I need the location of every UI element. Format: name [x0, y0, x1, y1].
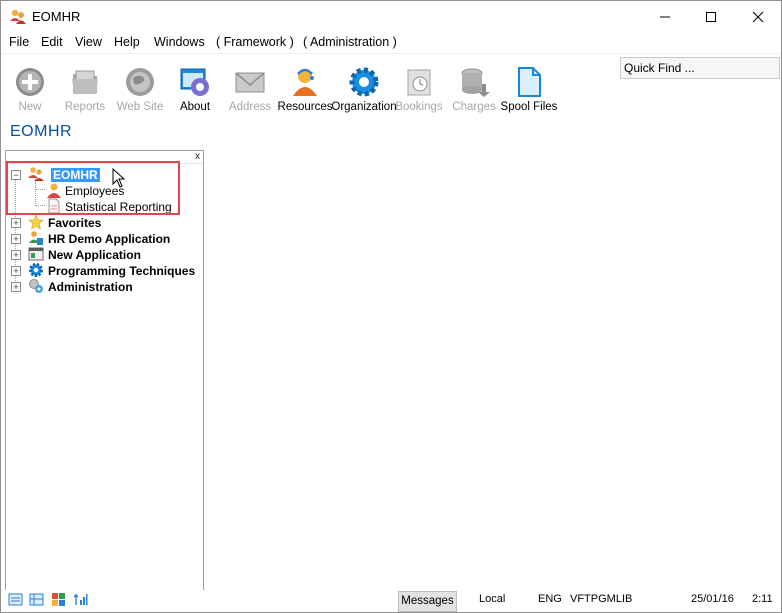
messages-button[interactable]: Messages	[398, 591, 457, 612]
status-sort-icon[interactable]	[73, 592, 88, 607]
status-date: 25/01/16	[691, 593, 734, 605]
tree-node-administration[interactable]: + Administration	[11, 279, 201, 295]
gear-icon	[349, 67, 379, 97]
people-icon	[29, 231, 43, 245]
tree-node-label: Programming Techniques	[48, 264, 196, 278]
status-library: VFTPGMLIB	[570, 593, 633, 605]
menu-view[interactable]: View	[75, 35, 102, 49]
gear-icon	[29, 263, 43, 277]
quick-find-input[interactable]: Quick Find ...	[620, 57, 780, 79]
status-time: 2:11	[752, 593, 773, 605]
tree-node-hr-demo-application[interactable]: + HR Demo Application	[11, 231, 201, 247]
close-button[interactable]	[735, 1, 781, 32]
menu-windows[interactable]: Windows	[154, 35, 205, 49]
new-icon	[16, 68, 44, 96]
expand-icon[interactable]: +	[11, 266, 21, 276]
about-icon	[180, 68, 209, 96]
page-title: EOMHR	[10, 123, 73, 140]
globe-icon	[126, 68, 154, 96]
reports-icon	[72, 70, 98, 94]
menu-framework[interactable]: ( Framework )	[216, 35, 294, 49]
admin-icon	[29, 279, 43, 293]
envelope-icon	[235, 72, 265, 93]
toolbar-spool-files-button[interactable]: Spool Files	[501, 62, 557, 118]
star-icon	[28, 214, 44, 230]
status-palette-icon[interactable]	[51, 592, 66, 607]
tree-node-label: Administration	[48, 280, 133, 294]
quick-find-placeholder: Quick Find ...	[624, 61, 695, 75]
expand-icon[interactable]: +	[11, 250, 21, 260]
minimize-icon	[660, 16, 670, 17]
highlight-annotation	[6, 161, 180, 215]
title-bar: EOMHR	[1, 1, 781, 32]
menu-file[interactable]: File	[9, 35, 29, 49]
navigation-tree-panel: x − EOMHR Employees Statistical Reportin…	[5, 150, 204, 591]
close-icon	[752, 11, 764, 22]
app-icon	[10, 9, 26, 24]
toolbar-label: Spool Files	[500, 101, 558, 113]
status-window-icon[interactable]	[8, 592, 23, 607]
panel-close-button[interactable]: x	[192, 151, 203, 163]
clock-icon	[407, 69, 431, 96]
mouse-cursor-icon	[112, 168, 126, 188]
tree-node-label: HR Demo Application	[48, 232, 171, 246]
expand-icon[interactable]: +	[11, 218, 21, 228]
status-grid-icon[interactable]	[29, 592, 44, 607]
tree-node-programming-techniques[interactable]: + Programming Techniques	[11, 263, 201, 279]
menu-edit[interactable]: Edit	[41, 35, 63, 49]
expand-icon[interactable]: +	[11, 234, 21, 244]
expand-icon[interactable]: +	[11, 282, 21, 292]
minimize-button[interactable]	[642, 1, 688, 32]
menu-help[interactable]: Help	[114, 35, 140, 49]
status-location: Local	[479, 593, 506, 605]
application-window: EOMHR File Edit View Help Windows ( Fram…	[0, 0, 782, 613]
menu-administration[interactable]: ( Administration )	[303, 35, 397, 49]
window-title: EOMHR	[32, 9, 81, 24]
tree-node-label: Favorites	[48, 216, 102, 230]
menu-bar: File Edit View Help Windows ( Framework …	[1, 32, 781, 52]
tree-node-new-application[interactable]: + New Application	[11, 247, 201, 263]
tree-node-label: New Application	[48, 248, 141, 262]
maximize-button[interactable]	[688, 1, 734, 32]
maximize-icon	[706, 11, 716, 22]
window-icon	[28, 247, 44, 261]
database-icon	[461, 68, 490, 97]
status-bar: Messages Local ENG VFTPGMLIB 25/01/16 2:…	[1, 590, 781, 612]
status-language: ENG	[538, 593, 562, 605]
toolbar-resources-button[interactable]: Resources	[277, 62, 333, 118]
person-icon	[293, 68, 317, 96]
document-icon	[518, 67, 541, 97]
tree-node-favorites[interactable]: + Favorites	[11, 214, 201, 231]
